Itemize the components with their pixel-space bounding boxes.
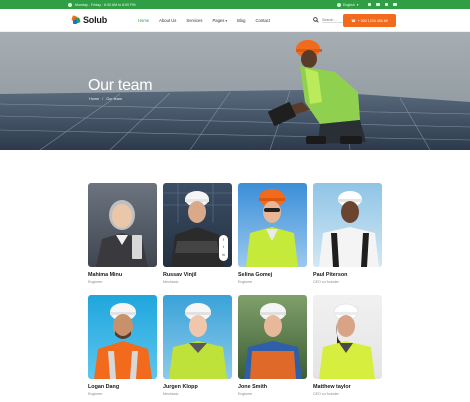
breadcrumb-home[interactable]: Home [89, 97, 99, 101]
twitter-icon[interactable]: t [223, 246, 224, 250]
team-member-name[interactable]: Jurgen Klopp [163, 384, 198, 390]
team-member-role: Mechanic [163, 392, 179, 396]
phone-call-button[interactable]: ☎ + 000 1234 456 89 [343, 14, 396, 27]
team-member-name[interactable]: Logan Dang [88, 384, 119, 390]
language-selector[interactable]: English ▾ [337, 2, 359, 7]
social-links [367, 2, 397, 7]
team-member-photo [238, 183, 307, 267]
facebook-icon[interactable] [367, 2, 372, 7]
social-share-popup: f t in [219, 235, 228, 261]
twitter-icon[interactable] [376, 2, 380, 7]
phone-number-label: + 000 1234 456 89 [357, 18, 388, 23]
team-member-name[interactable]: Russav Vinjil [163, 272, 196, 278]
nav-blog[interactable]: Blog [237, 18, 245, 23]
team-member-role: Engineer [238, 392, 253, 396]
phone-icon: ☎ [351, 18, 356, 23]
team-member-card[interactable]: Matthew taylor CEO co founder [313, 295, 382, 396]
team-member-photo [313, 295, 382, 379]
instagram-icon[interactable] [393, 2, 397, 7]
team-member-photo [238, 295, 307, 379]
logo[interactable]: Solub [71, 14, 107, 25]
team-member-photo [163, 295, 232, 379]
main-nav: Home About Us Services Pages Blog Contac… [138, 18, 270, 23]
team-member-card[interactable]: Mahima Minu Engineer [88, 183, 157, 284]
team-member-card[interactable]: Jone Smith Engineer [238, 295, 307, 396]
team-member-card[interactable]: Jurgen Klopp Mechanic [163, 295, 232, 396]
team-member-card[interactable]: Logan Dang Engineer [88, 295, 157, 396]
breadcrumb-separator: / [102, 97, 104, 101]
team-member-name[interactable]: Jone Smith [238, 384, 267, 390]
language-label: English [343, 2, 355, 7]
team-member-role: Engineer [88, 392, 103, 396]
facebook-icon[interactable]: f [223, 238, 224, 243]
team-member-name[interactable]: Paul Piterson [313, 272, 347, 278]
search-input[interactable] [322, 17, 344, 23]
search-box [313, 17, 344, 23]
page-hero: Our team Home / Our team [0, 32, 470, 150]
team-member-photo [88, 183, 157, 267]
team-member-name[interactable]: Selina Gomej [238, 272, 272, 278]
breadcrumb: Home / Our team [89, 97, 122, 101]
team-member-role: Engineer [88, 280, 103, 284]
team-member-photo [88, 295, 157, 379]
breadcrumb-current: Our team [106, 97, 123, 101]
team-member-photo: f t in [163, 183, 232, 267]
team-member-card[interactable]: f t in Russav Vinjil Mechanic [163, 183, 232, 284]
team-member-photo [313, 183, 382, 267]
nav-services[interactable]: Services [186, 18, 202, 23]
nav-home[interactable]: Home [138, 18, 149, 23]
team-member-role: CEO co founder [313, 280, 339, 284]
team-member-name[interactable]: Matthew taylor [313, 384, 351, 390]
top-info-bar: Monday - Friday : 8:30 AM to 8:00 PM Eng… [0, 0, 470, 9]
logo-icon [71, 14, 81, 25]
clock-icon [68, 2, 72, 7]
search-icon[interactable] [313, 17, 319, 23]
team-member-role: CEO co founder [313, 392, 339, 396]
page-title: Our team [88, 77, 153, 94]
team-member-role: Mechanic [163, 280, 179, 284]
team-member-role: Engineer [238, 280, 253, 284]
logo-text: Solub [83, 15, 107, 25]
globe-icon [337, 2, 341, 7]
nav-contact[interactable]: Contact [255, 18, 269, 23]
nav-pages[interactable]: Pages [212, 18, 227, 23]
nav-about-us[interactable]: About Us [159, 18, 176, 23]
hero-solar-field-image [0, 32, 470, 150]
team-member-card[interactable]: Paul Piterson CEO co founder [313, 183, 382, 284]
team-member-name[interactable]: Mahima Minu [88, 272, 122, 278]
team-member-card[interactable]: Selina Gomej Engineer [238, 183, 307, 284]
linkedin-icon[interactable] [384, 2, 389, 7]
chevron-down-icon: ▾ [356, 2, 359, 7]
site-header: Solub Home About Us Services Pages Blog … [0, 9, 470, 32]
linkedin-icon[interactable]: in [222, 253, 225, 258]
opening-hours-text: Monday - Friday : 8:30 AM to 8:00 PM [75, 2, 136, 7]
opening-hours: Monday - Friday : 8:30 AM to 8:00 PM [68, 2, 136, 7]
